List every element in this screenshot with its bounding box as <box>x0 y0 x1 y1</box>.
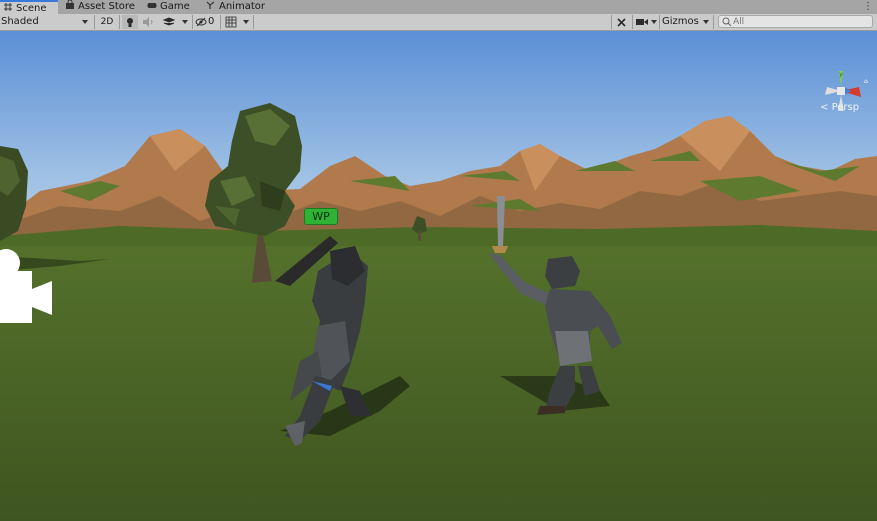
projection-mode: Persp <box>831 102 860 113</box>
tab-label: Asset Store <box>78 1 135 12</box>
search-input[interactable] <box>733 16 863 27</box>
divider <box>192 15 193 29</box>
hidden-count: 0 <box>208 16 215 27</box>
divider <box>119 15 120 29</box>
tab-animator[interactable]: Animator <box>203 0 273 14</box>
video-camera-icon <box>636 19 648 25</box>
grid-toggle-button[interactable] <box>223 15 239 29</box>
window-tab-bar: Scene Asset Store Game Animator ⋮ <box>0 0 877 15</box>
tools-button[interactable] <box>614 15 630 29</box>
draw-mode-dropdown[interactable]: Shaded <box>1 15 91 29</box>
chevron-down-icon[interactable] <box>242 15 250 29</box>
waypoint-label[interactable]: WP <box>304 208 338 225</box>
hidden-objects-toggle[interactable]: 0 <box>195 15 219 29</box>
svg-text:⌂: ⌂ <box>864 78 868 85</box>
chevron-down-icon[interactable] <box>650 15 658 29</box>
tab-label: Game <box>160 1 190 12</box>
chevron-down-icon[interactable] <box>702 15 710 29</box>
divider <box>220 15 221 29</box>
tab-asset-store[interactable]: Asset Store <box>62 0 142 14</box>
lightbulb-icon <box>127 18 133 27</box>
divider <box>94 15 95 29</box>
divider <box>632 15 633 29</box>
lighting-toggle-button[interactable] <box>122 15 138 29</box>
svg-text:y: y <box>839 71 843 78</box>
gamepad-icon <box>147 0 157 10</box>
scene-viewport[interactable]: y ⌂ < Persp WP <box>0 31 877 521</box>
store-bag-icon <box>65 0 75 10</box>
audio-toggle-button[interactable] <box>140 15 156 29</box>
animator-icon <box>206 0 216 10</box>
scene-render <box>0 31 877 521</box>
eye-slash-icon <box>195 17 207 27</box>
more-options-icon[interactable]: ⋮ <box>863 0 873 14</box>
search-icon <box>722 17 732 27</box>
layers-effects-icon <box>162 17 176 26</box>
2d-toggle-button[interactable]: 2D <box>97 15 117 29</box>
divider <box>611 15 612 29</box>
projection-label[interactable]: < Persp <box>820 102 859 113</box>
divider <box>253 15 254 29</box>
wrench-icon <box>617 18 626 27</box>
grid-icon <box>225 16 237 28</box>
gizmos-label: Gizmos <box>662 16 699 27</box>
divider <box>659 15 660 29</box>
ground <box>0 236 877 521</box>
chevron-down-icon <box>81 15 89 29</box>
tab-scene[interactable]: Scene <box>0 0 58 14</box>
draw-mode-label: Shaded <box>1 16 39 27</box>
tab-label: Scene <box>16 3 47 14</box>
tab-label: Animator <box>219 1 265 12</box>
chevron-down-icon[interactable] <box>181 15 189 29</box>
divider <box>713 15 714 29</box>
scene-toolbar: Shaded 2D 0 Gizmos <box>0 14 877 31</box>
speaker-icon <box>143 17 153 27</box>
tab-game[interactable]: Game <box>144 0 204 14</box>
scene-hash-icon <box>3 2 13 12</box>
effects-toggle-button[interactable] <box>160 15 178 29</box>
hierarchy-search[interactable] <box>718 15 873 28</box>
camera-settings-button[interactable] <box>635 15 649 29</box>
